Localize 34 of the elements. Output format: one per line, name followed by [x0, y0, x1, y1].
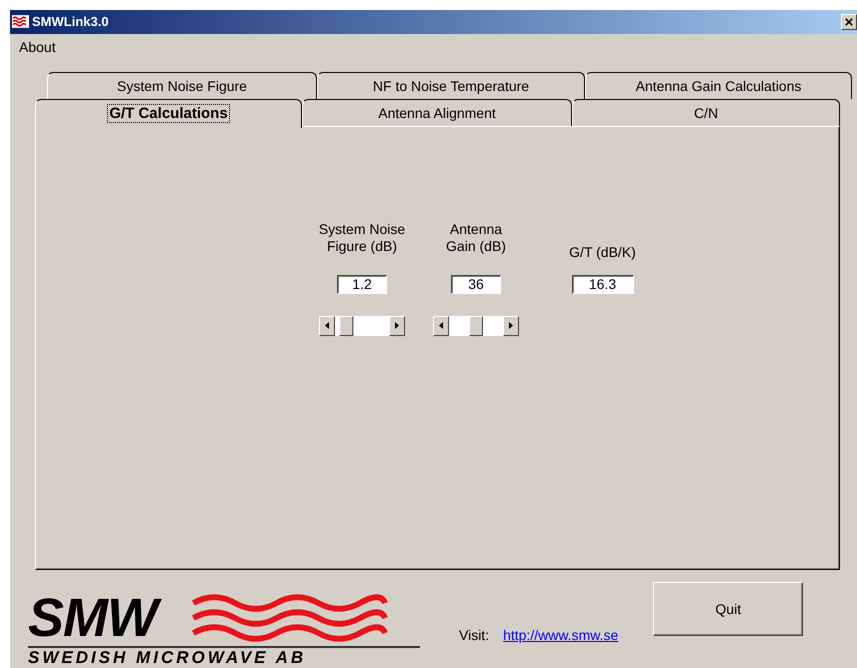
- tab[interactable]: NF to Noise Temperature: [317, 72, 585, 99]
- window-title: SMWLink3.0: [32, 14, 110, 30]
- tab[interactable]: G/T Calculations: [35, 98, 302, 128]
- tab[interactable]: Antenna Gain Calculations: [585, 72, 852, 99]
- right-arrow-button[interactable]: [389, 316, 405, 336]
- tab[interactable]: C/N: [572, 98, 840, 126]
- website-link[interactable]: http://www.smw.se: [503, 627, 618, 643]
- quit-button[interactable]: Quit: [653, 582, 804, 636]
- visit-label: Visit:: [459, 627, 490, 643]
- input-field[interactable]: 36: [451, 274, 501, 294]
- slider-thumb[interactable]: [469, 316, 483, 336]
- left-arrow-icon: [325, 322, 329, 330]
- right-arrow-button[interactable]: [503, 316, 519, 336]
- input-field[interactable]: 1.2: [337, 274, 387, 294]
- slider-thumb[interactable]: [340, 316, 354, 336]
- right-arrow-icon: [509, 322, 513, 330]
- close-icon: [845, 18, 853, 26]
- tab[interactable]: Antenna Alignment: [302, 98, 572, 126]
- left-arrow-button[interactable]: [319, 316, 335, 336]
- left-arrow-button[interactable]: [433, 316, 449, 336]
- field-label: Antenna Gain (dB): [446, 220, 506, 255]
- logo-text: SMW: [28, 587, 165, 649]
- input-field: 16.3: [572, 274, 634, 294]
- waves-icon: [12, 15, 29, 28]
- left-arrow-icon: [439, 322, 443, 330]
- menu-item[interactable]: About: [19, 38, 56, 55]
- field-label: G/T (dB/K): [569, 244, 636, 261]
- tab[interactable]: System Noise Figure: [47, 72, 317, 99]
- scroll-slider[interactable]: [433, 316, 519, 336]
- field-label: System Noise Figure (dB): [318, 220, 406, 255]
- right-arrow-icon: [395, 322, 399, 330]
- logo-tagline: SWEDISH MICROWAVE AB: [28, 648, 308, 668]
- scroll-slider[interactable]: [319, 316, 405, 336]
- close-button[interactable]: [841, 14, 857, 30]
